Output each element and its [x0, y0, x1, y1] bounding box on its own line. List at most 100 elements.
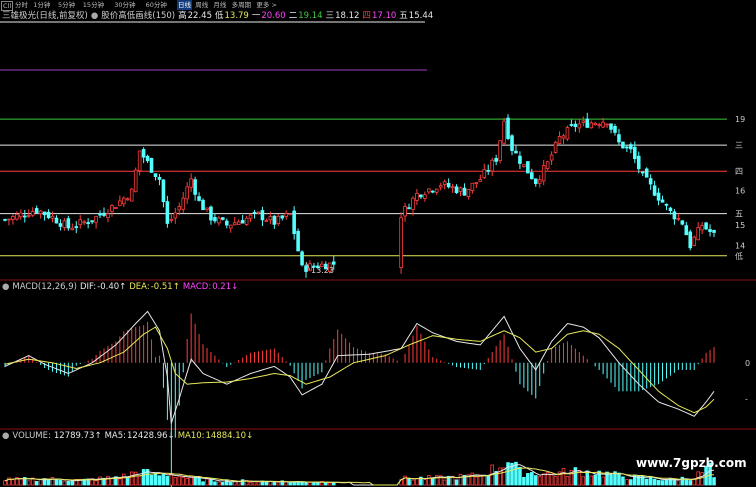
axis-marker-3: 16: [735, 186, 745, 195]
candle-body-53: [213, 217, 217, 222]
candle-body-106: [423, 194, 427, 199]
volume-bar-9: [38, 479, 43, 486]
axis-marker-4: 五: [735, 210, 743, 219]
volume-bar-33: [133, 471, 138, 486]
candle-body-172: [684, 225, 689, 236]
candle-body-46: [185, 186, 189, 200]
volume-bar-164: [652, 478, 657, 486]
candle-body-111: [442, 181, 447, 185]
candle-body-130: [518, 155, 522, 164]
volume-bar-144: [573, 467, 578, 486]
volume-bar-54: [217, 481, 221, 486]
volume-bar-64: [256, 481, 261, 486]
candle-body-123: [490, 159, 494, 172]
volume-bar-45: [181, 477, 186, 486]
volume-bar-37: [149, 474, 154, 486]
candle-body-109: [434, 188, 439, 193]
volume-bar-46: [185, 477, 189, 486]
volume-bar-63: [252, 481, 257, 486]
candle-body-110: [438, 185, 443, 188]
volume-bar-59: [236, 481, 241, 486]
volume-bar-2: [11, 478, 15, 486]
volume-bar-106: [423, 479, 427, 486]
candle-body-70: [280, 215, 285, 219]
volume-bar-23: [94, 480, 98, 486]
volume-bar-44: [177, 475, 182, 486]
volume-bar-150: [597, 470, 601, 486]
volume-bar-15: [62, 480, 67, 486]
candle-body-163: [648, 178, 653, 185]
volume-bar-108: [430, 477, 435, 486]
volume-bar-146: [581, 476, 586, 486]
axis-marker-5: 15: [735, 221, 745, 230]
candle-body-178: [708, 229, 712, 233]
volume-bar-13: [54, 478, 59, 486]
volume-bar-165: [656, 480, 661, 486]
candle-body-0: [3, 218, 7, 221]
candle-body-149: [593, 122, 597, 125]
volume-bar-81: [324, 482, 328, 486]
candle-body-140: [557, 136, 562, 145]
macd-axis-tick-1: 0: [745, 359, 750, 368]
candle-body-3: [15, 214, 19, 220]
volume-bar-69: [276, 482, 281, 486]
candle-body-1: [7, 218, 11, 221]
candle-body-2: [11, 216, 15, 220]
volume-bar-120: [478, 474, 483, 486]
volume-bar-167: [664, 479, 669, 486]
volume-bar-136: [541, 473, 546, 486]
candle-body-173: [688, 231, 693, 249]
candle-body-166: [660, 199, 665, 203]
candle-body-148: [589, 122, 594, 129]
candle-body-138: [549, 154, 554, 161]
candle-body-126: [502, 120, 506, 144]
volume-bar-35: [141, 469, 146, 486]
candle-body-156: [621, 141, 625, 149]
candle-body-145: [577, 123, 582, 129]
candle-body-174: [692, 236, 697, 246]
candle-body-60: [240, 220, 245, 224]
candle-body-113: [450, 186, 455, 189]
volume-bar-153: [609, 474, 613, 486]
volume-bar-4: [19, 478, 23, 486]
candle-body-165: [656, 192, 661, 201]
volume-bar-130: [518, 466, 522, 486]
candle-body-168: [668, 207, 673, 211]
candle-body-6: [26, 215, 31, 218]
volume-bar-119: [474, 476, 479, 486]
candle-body-176: [700, 225, 704, 231]
volume-bar-49: [197, 477, 201, 486]
candle-body-51: [205, 207, 209, 210]
volume-bar-30: [122, 473, 126, 486]
candle-body-40: [161, 179, 166, 203]
volume-bar-115: [458, 473, 463, 486]
volume-bar-107: [427, 475, 431, 486]
volume-bar-171: [680, 476, 685, 486]
candle-body-68: [272, 215, 277, 225]
candle-body-25: [102, 212, 106, 216]
volume-bar-103: [411, 479, 415, 486]
candle-body-37: [149, 157, 154, 173]
candle-body-8: [34, 208, 39, 213]
candle-body-36: [145, 155, 150, 162]
candle-body-31: [125, 198, 130, 201]
candle-body-167: [664, 203, 669, 206]
volume-bar-173: [688, 480, 693, 486]
candle-body-129: [514, 150, 518, 154]
candle-body-58: [232, 222, 237, 226]
candle-body-49: [197, 196, 201, 201]
candle-body-136: [541, 165, 546, 182]
volume-bar-135: [537, 476, 542, 486]
chart-canvas[interactable]: 19 三四 16 五 15 14低 13.23 0 -: [0, 0, 756, 487]
candle-body-13: [54, 217, 59, 224]
candle-body-69: [276, 215, 281, 225]
candle-body-102: [407, 207, 411, 210]
candle-body-4: [19, 212, 23, 218]
volume-bar-34: [137, 475, 142, 486]
candle-body-73: [292, 210, 296, 235]
volume-bar-8: [34, 480, 39, 486]
volume-bar-76: [304, 482, 308, 486]
candle-body-52: [209, 206, 213, 221]
candle-body-142: [565, 127, 570, 140]
volume-bar-39: [157, 475, 162, 486]
